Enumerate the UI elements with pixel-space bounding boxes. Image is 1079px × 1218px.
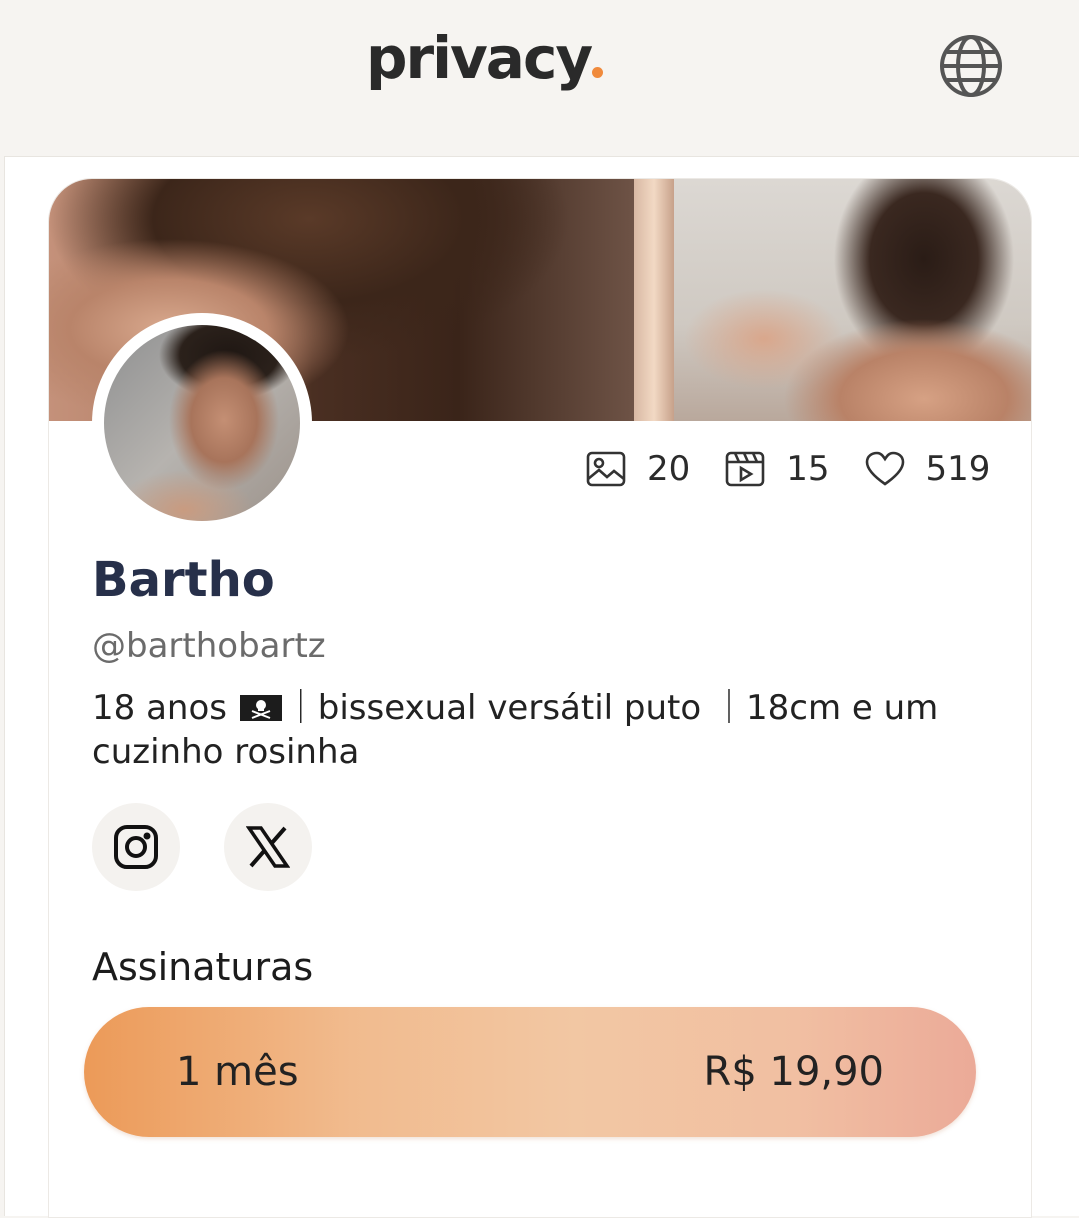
profile-stats: 20 15 519 [585, 446, 990, 492]
avatar[interactable] [92, 313, 312, 533]
cover-photo-right [674, 179, 1031, 421]
top-bar: privacy [0, 0, 1079, 150]
privacy-logo[interactable]: privacy [366, 24, 604, 92]
profile-handle: @barthobartz [92, 626, 326, 666]
pirate-flag-icon [239, 695, 282, 721]
logo-dot [592, 67, 604, 78]
subscriptions-title: Assinaturas [92, 945, 314, 989]
image-icon [586, 451, 626, 487]
heart-icon [865, 451, 904, 486]
likes-count: 519 [925, 449, 991, 489]
stat-videos: 15 [724, 449, 830, 489]
logo-text: privacy [366, 24, 593, 92]
photos-count: 20 [647, 449, 691, 489]
videos-count: 15 [786, 449, 830, 489]
profile-name: Bartho [92, 552, 275, 608]
video-icon [725, 451, 765, 487]
stat-photos: 20 [585, 449, 690, 489]
social-links [92, 803, 312, 891]
instagram-icon [114, 825, 158, 869]
x-button[interactable] [224, 803, 312, 891]
avatar-photo [104, 325, 300, 521]
x-icon [246, 826, 290, 868]
profile-bio: 18 anos ｜bissexual versátil puto ｜18cm e… [92, 686, 992, 774]
cover-photo-frame [634, 179, 674, 421]
subscription-plan-button[interactable]: 1 mês R$ 19,90 [84, 1007, 976, 1137]
stat-likes: 519 [864, 449, 991, 489]
plan-duration: 1 mês [176, 1049, 299, 1095]
globe-icon[interactable] [938, 33, 1004, 99]
bio-text-start: 18 anos [92, 688, 238, 728]
plan-price: R$ 19,90 [703, 1049, 884, 1095]
instagram-button[interactable] [92, 803, 180, 891]
